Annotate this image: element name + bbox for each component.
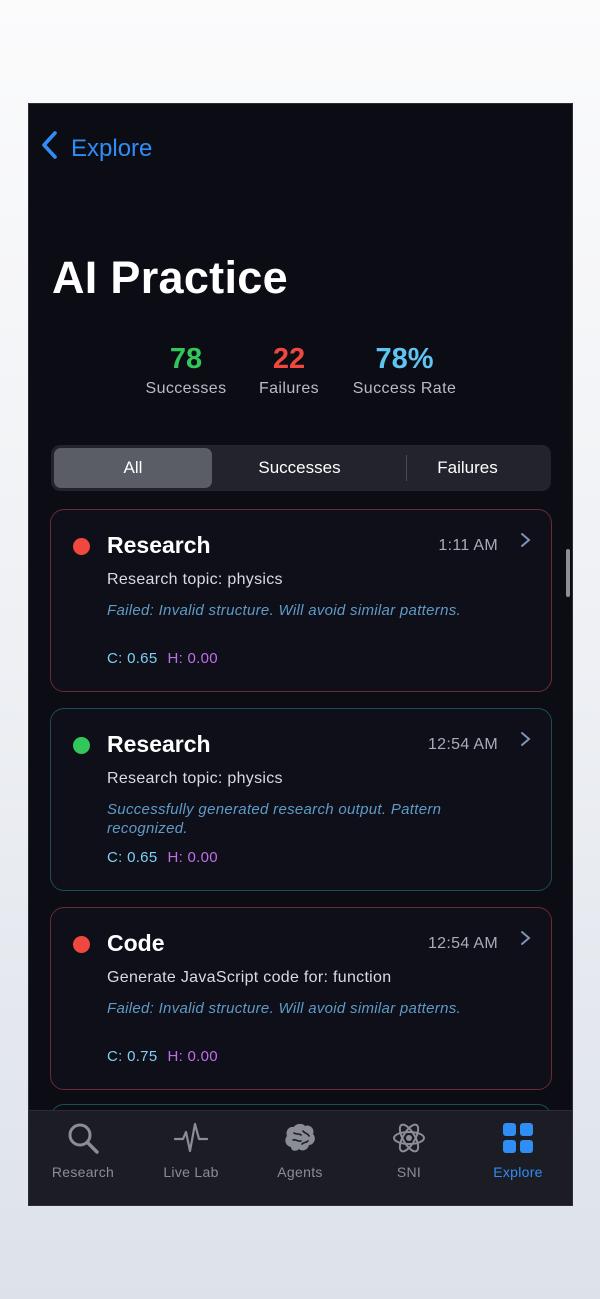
tab-label: SNI xyxy=(396,1164,422,1180)
success-rate-label: Success Rate xyxy=(352,380,457,397)
filter-all[interactable]: All xyxy=(54,448,212,488)
h-value: H: 0.00 xyxy=(167,650,218,667)
confidence-value: C: 0.75 xyxy=(107,1048,158,1065)
filter-segmented-control: All Successes Failures xyxy=(51,445,551,491)
card-time: 12:54 AM xyxy=(427,736,498,753)
chevron-left-icon xyxy=(39,130,61,167)
tab-agents[interactable]: Agents xyxy=(246,1121,354,1180)
chevron-right-icon xyxy=(520,731,531,752)
card-description: Research topic: physics xyxy=(107,770,283,787)
successes-count: 78 xyxy=(169,343,203,375)
app-screen: Explore AI Practice 78 Successes 22 Fail… xyxy=(28,103,573,1206)
practice-card[interactable]: Code 12:54 AM Generate JavaScript code f… xyxy=(50,907,552,1090)
atom-icon xyxy=(355,1121,463,1157)
h-value: H: 0.00 xyxy=(167,1048,218,1065)
status-dot xyxy=(73,936,90,953)
page-title: AI Practice xyxy=(52,252,288,303)
tab-label: Research xyxy=(51,1164,115,1180)
tab-label: Explore xyxy=(493,1164,543,1180)
card-note: Failed: Invalid structure. Will avoid si… xyxy=(107,602,461,619)
chevron-right-icon xyxy=(520,930,531,951)
tab-sni[interactable]: SNI xyxy=(355,1121,463,1180)
practice-card[interactable]: Research 1:11 AM Research topic: physics… xyxy=(50,509,552,692)
status-dot xyxy=(73,737,90,754)
card-time: 1:11 AM xyxy=(438,537,498,554)
tab-research[interactable]: Research xyxy=(29,1121,137,1180)
card-title: Research xyxy=(107,731,211,757)
card-metrics: C: 0.65 H: 0.00 xyxy=(107,650,218,667)
failures-count: 22 xyxy=(272,343,306,375)
card-description: Research topic: physics xyxy=(107,571,283,588)
stat-failures: 22 Failures xyxy=(244,342,334,398)
search-icon xyxy=(29,1121,137,1157)
h-value: H: 0.00 xyxy=(167,849,218,866)
stats-summary: 78 Successes 22 Failures 78% Success Rat… xyxy=(29,342,572,402)
successes-label: Successes xyxy=(145,380,227,397)
card-note: Successfully generated research output. … xyxy=(107,801,442,837)
brain-icon xyxy=(246,1121,354,1157)
card-time: 12:54 AM xyxy=(427,935,498,952)
card-metrics: C: 0.65 H: 0.00 xyxy=(107,849,218,866)
grid-icon xyxy=(464,1121,572,1157)
filter-failures[interactable]: Failures xyxy=(387,448,548,488)
stat-successes: 78 Successes xyxy=(136,342,236,398)
scroll-indicator[interactable] xyxy=(566,549,570,597)
tab-live-lab[interactable]: Live Lab xyxy=(137,1121,245,1180)
chevron-right-icon xyxy=(520,532,531,553)
card-title: Research xyxy=(107,532,211,558)
card-title: Code xyxy=(107,930,165,956)
tab-explore[interactable]: Explore xyxy=(464,1121,572,1180)
filter-successes[interactable]: Successes xyxy=(217,448,382,488)
confidence-value: C: 0.65 xyxy=(107,849,158,866)
tab-label: Agents xyxy=(277,1164,323,1180)
card-note: Failed: Invalid structure. Will avoid si… xyxy=(107,1000,461,1017)
card-metrics: C: 0.75 H: 0.00 xyxy=(107,1048,218,1065)
tab-bar: Research Live Lab Agents SNI Explore xyxy=(29,1110,572,1205)
confidence-value: C: 0.65 xyxy=(107,650,158,667)
success-rate-value: 78% xyxy=(375,343,434,375)
practice-card[interactable]: Research 12:54 AM Research topic: physic… xyxy=(50,708,552,891)
card-description: Generate JavaScript code for: function xyxy=(107,969,392,986)
back-button[interactable]: Explore xyxy=(39,130,152,167)
tab-label: Live Lab xyxy=(163,1164,219,1180)
status-dot xyxy=(73,538,90,555)
back-label: Explore xyxy=(71,134,153,162)
pulse-icon xyxy=(137,1121,245,1157)
stat-success-rate: 78% Success Rate xyxy=(342,342,467,398)
failures-label: Failures xyxy=(258,380,320,397)
